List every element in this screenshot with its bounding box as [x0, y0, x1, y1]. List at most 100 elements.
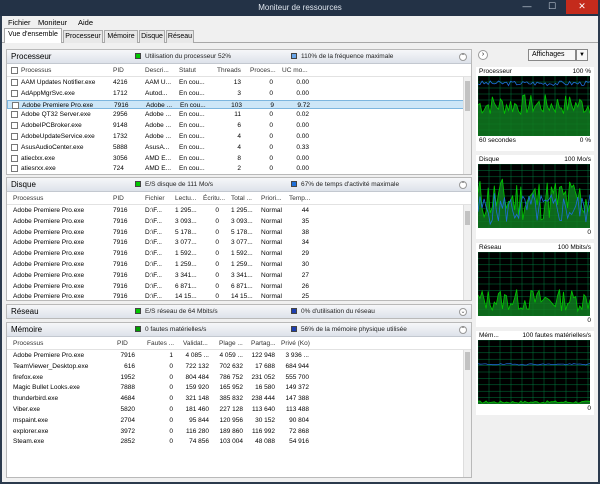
- table-row[interactable]: mspaint.exe 2704 0 95 844 120 956 30 152 90 80…: [7, 416, 471, 425]
- table-row[interactable]: Adobe Premiere Pro.exe 7916 1 4 085 ... 4 05…: [7, 351, 471, 360]
- table-row[interactable]: Adobe Premiere Pro.exe 7916 D:\F... 5 178..…: [7, 228, 471, 237]
- table-cell: Normal: [261, 293, 282, 301]
- table-row[interactable]: Adobe Premiere Pro.exe 7916 D:\F... 3 077..…: [7, 238, 471, 247]
- col-pid[interactable]: PID: [117, 340, 128, 347]
- table-cell: 3 093...: [175, 217, 197, 225]
- col-process[interactable]: Processus: [21, 67, 51, 74]
- table-cell: 7916: [113, 282, 128, 290]
- row-checkbox[interactable]: [11, 154, 18, 162]
- table-row[interactable]: Adobe QT32 Server.exe 2956 Adobe ... En cou…: [7, 110, 471, 119]
- col-process[interactable]: Processus: [13, 195, 43, 202]
- col-total[interactable]: Total ...: [231, 195, 252, 202]
- table-row[interactable]: AdAppMgrSvc.exe 1712 Autod... En cou... 3 0 0.…: [7, 89, 471, 98]
- col-working-set[interactable]: Plage ...: [219, 340, 243, 347]
- collapse-icon[interactable]: ⌃: [459, 53, 467, 61]
- collapse-icon[interactable]: ⌃: [459, 326, 467, 334]
- row-checkbox[interactable]: [11, 79, 18, 86]
- table-row[interactable]: atiesrxx.exe 724 AMD E... En cou... 2 0 0.00: [7, 164, 471, 173]
- table-row[interactable]: Magic Bullet Looks.exe 7888 0 159 920 165 95…: [7, 383, 471, 392]
- table-row[interactable]: Adobe Premiere Pro.exe 7916 D:\F... 3 341..…: [7, 271, 471, 280]
- table-row[interactable]: firefox.exe 1952 0 804 484 786 752 231 052 555…: [7, 373, 471, 382]
- cpu-scrollbar[interactable]: [463, 77, 471, 174]
- minimize-button[interactable]: —: [515, 0, 539, 14]
- table-row[interactable]: Viber.exe 5820 0 181 460 227 128 113 640 113 4…: [7, 405, 471, 414]
- tab-overview[interactable]: Vue d'ensemble: [4, 28, 62, 44]
- col-pid[interactable]: PID: [113, 67, 124, 74]
- tab-processor[interactable]: Processeur: [63, 30, 103, 43]
- table-row[interactable]: TeamViewer_Desktop.exe 616 0 722 132 702 632…: [7, 362, 471, 371]
- col-priority[interactable]: Priori...: [261, 195, 282, 202]
- col-hard-faults[interactable]: Fautes ...: [147, 340, 174, 347]
- table-cell: 0.02: [296, 111, 309, 119]
- menu-moniteur[interactable]: Moniteur: [38, 18, 67, 27]
- row-checkbox[interactable]: [11, 143, 18, 151]
- col-pid[interactable]: PID: [113, 195, 124, 202]
- table-cell: 4: [237, 143, 241, 151]
- table-row[interactable]: atieclxx.exe 3056 AMD E... En cou... 8 0 0.00: [7, 154, 471, 163]
- table-cell: Adobe Premiere Pro.exe: [13, 228, 85, 236]
- col-read[interactable]: Lectu...: [175, 195, 196, 202]
- row-checkbox[interactable]: [11, 89, 18, 97]
- chevron-down-icon[interactable]: ▼: [576, 49, 588, 61]
- close-button[interactable]: ✕: [566, 0, 598, 14]
- col-shareable[interactable]: Partag...: [251, 340, 276, 347]
- table-row[interactable]: Adobe Premiere Pro.exe 7916 D:\F... 6 871..…: [7, 282, 471, 291]
- row-checkbox[interactable]: [11, 165, 18, 173]
- disk-header[interactable]: Disque E/S disque de 111 Mo/s 67% de tem…: [7, 178, 471, 192]
- table-cell: 684 944: [285, 362, 310, 370]
- graph-min-label: 0: [587, 229, 591, 236]
- tab-memory[interactable]: Mémoire: [104, 30, 138, 43]
- table-row[interactable]: AdobeUpdateService.exe 1732 Adobe ... En co…: [7, 132, 471, 141]
- col-description[interactable]: Descri...: [145, 67, 169, 74]
- col-processor[interactable]: Proces...: [250, 67, 276, 74]
- col-private[interactable]: Privé (Ko): [281, 340, 310, 347]
- col-file[interactable]: Fichier: [145, 195, 165, 202]
- table-row[interactable]: Adobe Premiere Pro.exe 7916 D:\F... 1 259..…: [7, 260, 471, 269]
- maximize-button[interactable]: ☐: [540, 0, 564, 14]
- table-cell: Normal: [261, 228, 282, 236]
- table-row[interactable]: AAM Updates Notifier.exe 4216 AAM U... En c…: [7, 78, 471, 87]
- row-checkbox[interactable]: [11, 122, 18, 130]
- table-row[interactable]: Steam.exe 2852 0 74 856 103 004 48 088 54 916: [7, 437, 471, 446]
- table-row[interactable]: Adobe Premiere Pro.exe 7916 D:\F... 1 592..…: [7, 249, 471, 258]
- table-cell: D:\F...: [145, 228, 162, 236]
- row-checkbox[interactable]: [11, 133, 18, 140]
- row-checkbox[interactable]: [11, 111, 18, 119]
- select-all-checkbox[interactable]: [11, 67, 18, 74]
- table-cell: 0: [215, 207, 219, 214]
- table-row[interactable]: AdobeIPCBroker.exe 9148 Adobe ... En cou...…: [7, 121, 471, 130]
- disk-scrollbar[interactable]: [463, 205, 471, 300]
- menu-aide[interactable]: Aide: [78, 18, 93, 27]
- expand-icon[interactable]: ⌄: [459, 308, 467, 316]
- col-commit[interactable]: Validat...: [183, 340, 208, 347]
- table-cell: explorer.exe: [13, 427, 49, 435]
- tab-disk[interactable]: Disque: [139, 30, 165, 43]
- views-button[interactable]: Affichages: [528, 49, 576, 61]
- table-row[interactable]: Adobe Premiere Pro.exe 7916 Adobe ... En co…: [7, 99, 471, 109]
- col-write[interactable]: Écritu...: [203, 195, 225, 202]
- col-cpu-avg[interactable]: UC mo...: [282, 67, 308, 74]
- cpu-header[interactable]: Processeur Utilisation du processeur 52%…: [7, 50, 471, 64]
- table-cell: atiesrxx.exe: [21, 165, 56, 173]
- row-checkbox[interactable]: [12, 101, 19, 109]
- table-row[interactable]: thunderbird.exe 4684 0 321 148 385 832 238 44…: [7, 394, 471, 403]
- menu-fichier[interactable]: Fichier: [8, 18, 31, 27]
- col-response-time[interactable]: Temp...: [289, 195, 310, 202]
- table-cell: 8: [237, 154, 241, 162]
- table-row[interactable]: Adobe Premiere Pro.exe 7916 D:\F... 14 15..…: [7, 292, 471, 301]
- table-row[interactable]: explorer.exe 3972 0 116 280 189 860 116 992 72…: [7, 427, 471, 436]
- col-status[interactable]: Statut: [179, 67, 196, 74]
- table-row[interactable]: AsusAudioCenter.exe 5888 AsusA... En cou...…: [7, 143, 471, 152]
- disk-section: Disque E/S disque de 111 Mo/s 67% de tem…: [6, 177, 472, 301]
- table-row[interactable]: Adobe Premiere Pro.exe 7916 D:\F... 3 093..…: [7, 217, 471, 226]
- col-threads[interactable]: Threads: [217, 67, 241, 74]
- collapse-icon[interactable]: ⌃: [459, 181, 467, 189]
- tab-network[interactable]: Réseau: [166, 30, 194, 43]
- memory-header[interactable]: Mémoire 0 fautes matérielles/s 56% de la…: [7, 323, 471, 337]
- table-row[interactable]: Adobe Premiere Pro.exe 7916 D:\F... 1 295..…: [7, 206, 471, 215]
- network-header[interactable]: Réseau E/S réseau de 64 Mbits/s 0% d'uti…: [7, 305, 471, 318]
- graph-panel-toolbar: › Affichages ▼: [476, 47, 594, 65]
- memory-scrollbar[interactable]: [463, 350, 471, 477]
- col-process[interactable]: Processus: [13, 340, 43, 347]
- collapse-panel-icon[interactable]: ›: [478, 50, 488, 60]
